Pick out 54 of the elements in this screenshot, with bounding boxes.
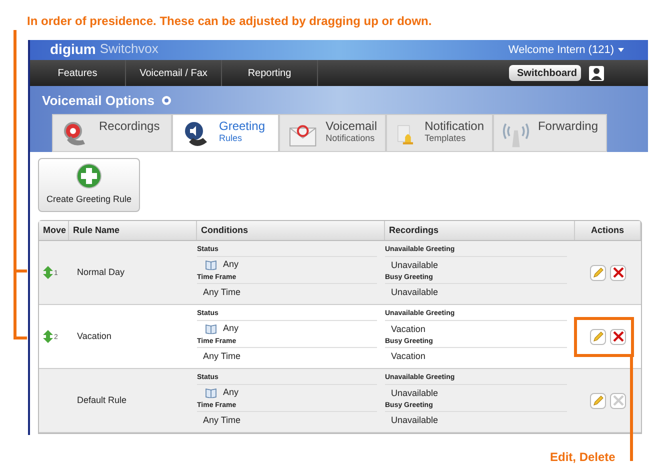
tab[interactable]: Voicemail Notifications [279, 114, 386, 152]
column-header: Rule Name [69, 221, 197, 240]
rule-name: Vacation [77, 330, 112, 343]
annotation-note: In order of presidence. These can be adjusted by dragging up or down. [27, 14, 432, 28]
edit-button[interactable] [590, 264, 606, 280]
unavailable-greeting-value: Unavailable [390, 386, 440, 400]
pencil-icon [592, 331, 604, 342]
caret-icon [618, 48, 624, 52]
time-frame-value: Any Time [202, 286, 242, 299]
busy-greeting-value: Unavailable [390, 286, 440, 299]
annotation-note: Edit, Delete [550, 449, 616, 466]
status-value: Any [223, 258, 239, 271]
tab[interactable]: Notification Templates [386, 114, 493, 152]
edit-button[interactable] [590, 328, 606, 344]
rule-name: Normal Day [77, 266, 125, 279]
busy-greeting-value: Vacation [390, 350, 426, 363]
welcome-menu[interactable]: Welcome Intern (121) [508, 42, 624, 58]
page-title: Voicemail Options [42, 92, 154, 110]
column-header: Conditions [197, 221, 385, 240]
plus-icon [76, 163, 102, 190]
tab[interactable]: Greeting Rules [172, 114, 279, 152]
status-value: Any [223, 322, 239, 335]
column-header: Actions [575, 221, 641, 240]
close-icon [612, 267, 624, 278]
tab[interactable]: Forwarding [493, 114, 607, 152]
logo: digium [50, 41, 96, 57]
unavailable-greeting-value: Unavailable [390, 258, 440, 272]
close-icon [612, 395, 624, 406]
book-icon [205, 324, 217, 334]
tab[interactable]: Recordings [52, 114, 172, 152]
switchboard-button[interactable]: Switchboard [509, 65, 581, 81]
book-icon [205, 260, 217, 270]
delete-button[interactable] [610, 328, 626, 344]
column-header: Move [39, 221, 69, 240]
pencil-icon [592, 395, 604, 406]
pencil-icon [592, 267, 604, 278]
drag-handle-icon[interactable] [43, 266, 53, 279]
column-header: Recordings [385, 221, 575, 240]
drag-handle-icon[interactable] [43, 330, 53, 343]
product-name: Switchvox [100, 41, 158, 57]
create-greeting-rule-button[interactable]: Create Greeting Rule [38, 158, 140, 212]
time-frame-value: Any Time [202, 414, 242, 427]
busy-greeting-value: Unavailable [390, 414, 440, 427]
time-frame-value: Any Time [202, 350, 242, 363]
close-icon [612, 331, 624, 342]
delete-button[interactable] [610, 264, 626, 280]
status-value: Any [223, 386, 239, 399]
unavailable-greeting-value: Vacation [390, 322, 426, 336]
edit-button[interactable] [590, 392, 606, 408]
book-icon [205, 388, 217, 398]
help-icon[interactable] [162, 96, 172, 105]
rule-name: Default Rule [77, 394, 127, 407]
highlight-frame [574, 317, 634, 357]
user-avatar-icon[interactable] [589, 66, 604, 80]
